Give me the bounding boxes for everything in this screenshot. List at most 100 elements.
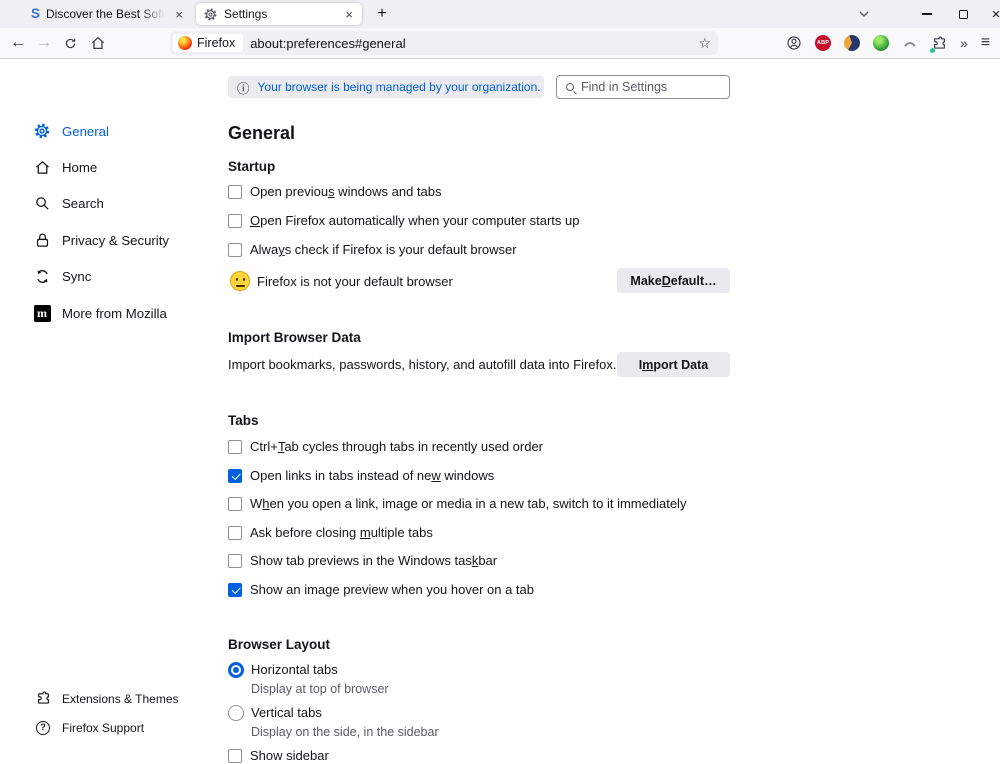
sidebar-footer: Extensions & Themes ? Firefox Support	[35, 684, 179, 742]
import-heading: Import Browser Data	[228, 330, 730, 346]
radio-row-vertical-tabs[interactable]: Vertical tabs	[228, 705, 730, 721]
checkbox[interactable]	[228, 583, 242, 597]
checkbox-row-open-links-in-tabs[interactable]: Open links in tabs instead of new window…	[228, 468, 730, 484]
mozilla-icon: m	[33, 305, 51, 322]
gear-icon	[203, 7, 218, 22]
sidebar-label: Home	[62, 160, 97, 175]
sidebar-item-search[interactable]: Search	[33, 186, 223, 222]
home-icon	[33, 159, 51, 176]
import-description: Import bookmarks, passwords, history, an…	[228, 357, 616, 372]
footer-label: Firefox Support	[62, 721, 144, 735]
checkbox-row-ask-before-closing[interactable]: Ask before closing multiple tabs	[228, 525, 730, 541]
window-close-button[interactable]: ×	[987, 0, 1000, 28]
checkbox[interactable]	[228, 526, 242, 540]
checkbox[interactable]	[228, 749, 242, 763]
sidebar-item-home[interactable]: Home	[33, 149, 223, 185]
sidebar-item-privacy-security[interactable]: Privacy & Security	[33, 222, 223, 258]
checkbox-row-hover-preview[interactable]: Show an image preview when you hover on …	[228, 582, 730, 598]
checkbox-label: Always check if Firefox is your default …	[250, 242, 517, 258]
reload-icon[interactable]	[57, 28, 83, 58]
checkbox-label: Show sidebar	[250, 748, 329, 764]
extension-swirl-icon[interactable]	[844, 35, 860, 51]
checkbox[interactable]	[228, 469, 242, 483]
settings-main-pane: General Startup Open previous windows an…	[228, 59, 730, 764]
extension-arc-icon[interactable]	[902, 35, 918, 51]
checkbox-row-show-sidebar[interactable]: Show sidebar	[228, 748, 730, 764]
app-menu-icon[interactable]: ≡	[981, 35, 990, 51]
overflow-menu-icon[interactable]: »	[960, 35, 968, 51]
url-text[interactable]: about:preferences#general	[250, 36, 405, 51]
checkbox-label: When you open a link, image or media in …	[250, 496, 686, 512]
new-tab-button[interactable]: +	[372, 4, 392, 24]
radio-label: Horizontal tabs	[251, 662, 338, 678]
checkbox[interactable]	[228, 497, 242, 511]
lock-icon	[33, 232, 51, 249]
checkbox-row-switch-immediately[interactable]: When you open a link, image or media in …	[228, 496, 730, 512]
checkbox[interactable]	[228, 554, 242, 568]
checkbox-label: Show an image preview when you hover on …	[250, 582, 534, 598]
close-tab-icon[interactable]: ×	[173, 7, 185, 22]
checkbox-row-open-previous[interactable]: Open previous windows and tabs	[228, 184, 730, 200]
checkbox-row-taskbar-previews[interactable]: Show tab previews in the Windows taskbar	[228, 553, 730, 569]
checkbox[interactable]	[228, 243, 242, 257]
question-icon: ?	[35, 721, 51, 735]
checkbox-row-always-check-default[interactable]: Always check if Firefox is your default …	[228, 242, 730, 258]
checkbox[interactable]	[228, 440, 242, 454]
browser-tab-softpedia[interactable]: S Discover the Best Software & A ×	[24, 0, 192, 28]
make-default-button[interactable]: Make Default…	[617, 268, 730, 293]
adblock-plus-icon[interactable]: ABP	[815, 35, 831, 51]
extensions-puzzle-icon[interactable]	[931, 35, 947, 51]
sidebar-label: Privacy & Security	[62, 233, 169, 248]
identity-label: Firefox	[197, 36, 235, 50]
home-button[interactable]	[85, 28, 111, 58]
radio-button[interactable]	[228, 705, 244, 721]
account-icon[interactable]	[786, 35, 802, 51]
default-browser-row: Firefox is not your default browser Make…	[228, 268, 730, 294]
sync-icon	[33, 268, 51, 285]
maximize-button[interactable]	[954, 0, 972, 28]
startup-heading: Startup	[228, 159, 730, 175]
extension-badge	[930, 48, 935, 53]
tabs-heading: Tabs	[228, 413, 730, 429]
checkbox-label: Ctrl+Tab cycles through tabs in recently…	[250, 439, 543, 455]
firefox-favicon	[178, 36, 192, 50]
download-manager-icon[interactable]	[873, 35, 889, 51]
back-button[interactable]: ←	[5, 28, 31, 58]
checkbox-row-open-automatically[interactable]: Open Firefox automatically when your com…	[228, 213, 730, 229]
radio-description: Display at top of browser	[251, 683, 730, 696]
radio-button[interactable]	[228, 662, 244, 678]
checkbox-row-ctrl-tab[interactable]: Ctrl+Tab cycles through tabs in recently…	[228, 439, 730, 455]
sidebar-label: General	[62, 124, 109, 139]
navigation-toolbar: ← → Firefox about:preferences#general ☆ …	[0, 28, 1000, 59]
checkbox-label: Ask before closing multiple tabs	[250, 525, 433, 541]
sidebar-item-more-from-mozilla[interactable]: m More from Mozilla	[33, 295, 223, 331]
puzzle-icon	[35, 691, 51, 706]
settings-sidebar: General Home Search Privacy & Security S…	[33, 113, 223, 331]
checkbox[interactable]	[228, 214, 242, 228]
checkbox-label: Open Firefox automatically when your com…	[250, 213, 580, 229]
close-tab-icon[interactable]: ×	[343, 7, 355, 22]
checkbox-label: Open previous windows and tabs	[250, 184, 442, 200]
forward-button[interactable]: →	[31, 28, 57, 58]
extensions-themes-link[interactable]: Extensions & Themes	[35, 684, 179, 713]
sidebar-item-sync[interactable]: Sync	[33, 259, 223, 295]
identity-chip[interactable]: Firefox	[173, 34, 243, 52]
minimize-button[interactable]	[918, 0, 936, 28]
checkbox[interactable]	[228, 185, 242, 199]
address-bar[interactable]: Firefox about:preferences#general ☆	[170, 31, 718, 55]
browser-layout-heading: Browser Layout	[228, 637, 730, 653]
sidebar-label: More from Mozilla	[62, 306, 167, 321]
list-all-tabs-icon[interactable]	[855, 0, 873, 28]
sidebar-label: Sync	[62, 269, 91, 284]
sad-face-icon	[230, 271, 250, 291]
bookmark-star-icon[interactable]: ☆	[698, 35, 711, 52]
import-data-button[interactable]: Import Data	[617, 352, 730, 377]
sidebar-label: Search	[62, 196, 104, 211]
browser-tab-settings[interactable]: Settings ×	[196, 3, 362, 25]
default-browser-status: Firefox is not your default browser	[257, 274, 453, 289]
radio-description: Display on the side, in the sidebar	[251, 726, 730, 739]
radio-row-horizontal-tabs[interactable]: Horizontal tabs	[228, 662, 730, 678]
sidebar-item-general[interactable]: General	[33, 113, 223, 149]
firefox-support-link[interactable]: ? Firefox Support	[35, 713, 179, 742]
tab-bar: S Discover the Best Software & A × Setti…	[0, 0, 1000, 28]
